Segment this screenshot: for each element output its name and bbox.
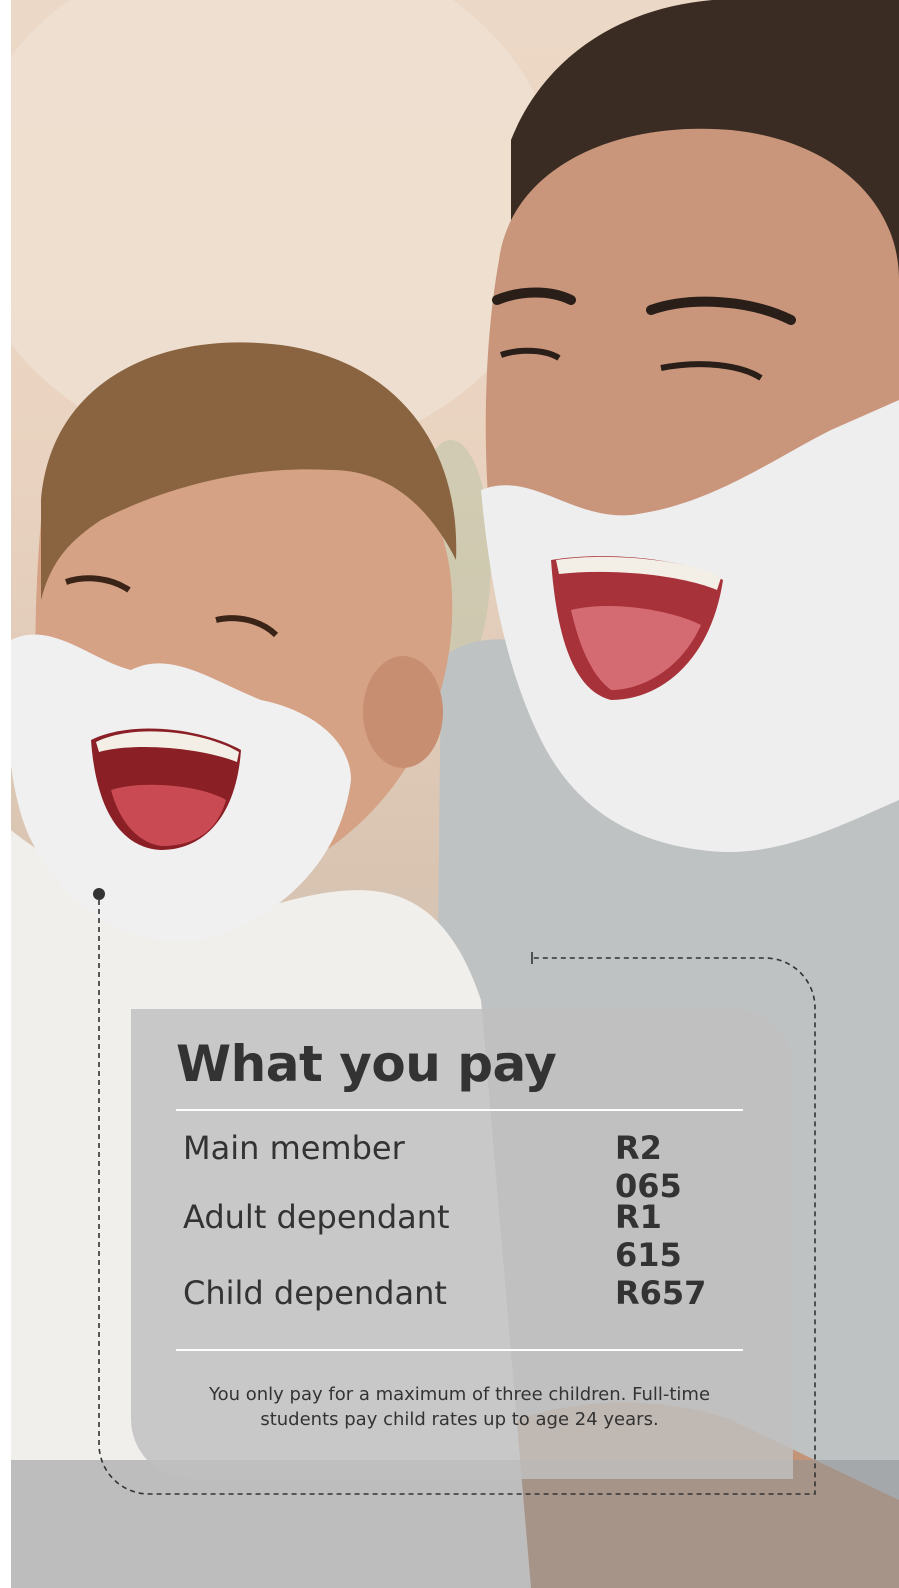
divider-bottom (176, 1349, 743, 1351)
divider-top (176, 1109, 743, 1111)
price-row-amount: R657 (615, 1274, 707, 1312)
footnote: You only pay for a maximum of three chil… (208, 1384, 711, 1430)
price-row-label: Adult dependant (183, 1198, 450, 1236)
pricing-card: What you pay Main member R2 065 Adult de… (131, 1009, 793, 1479)
price-row-amount: R2 065 (615, 1129, 682, 1205)
price-row: Adult dependant R1 615 (183, 1198, 723, 1274)
price-row-amount: R1 615 (615, 1198, 682, 1274)
price-row-label: Main member (183, 1129, 405, 1167)
price-row: Main member R2 065 (183, 1129, 723, 1205)
card-title: What you pay (176, 1035, 557, 1093)
price-row-label: Child dependant (183, 1274, 447, 1312)
price-row: Child dependant R657 (183, 1274, 723, 1318)
